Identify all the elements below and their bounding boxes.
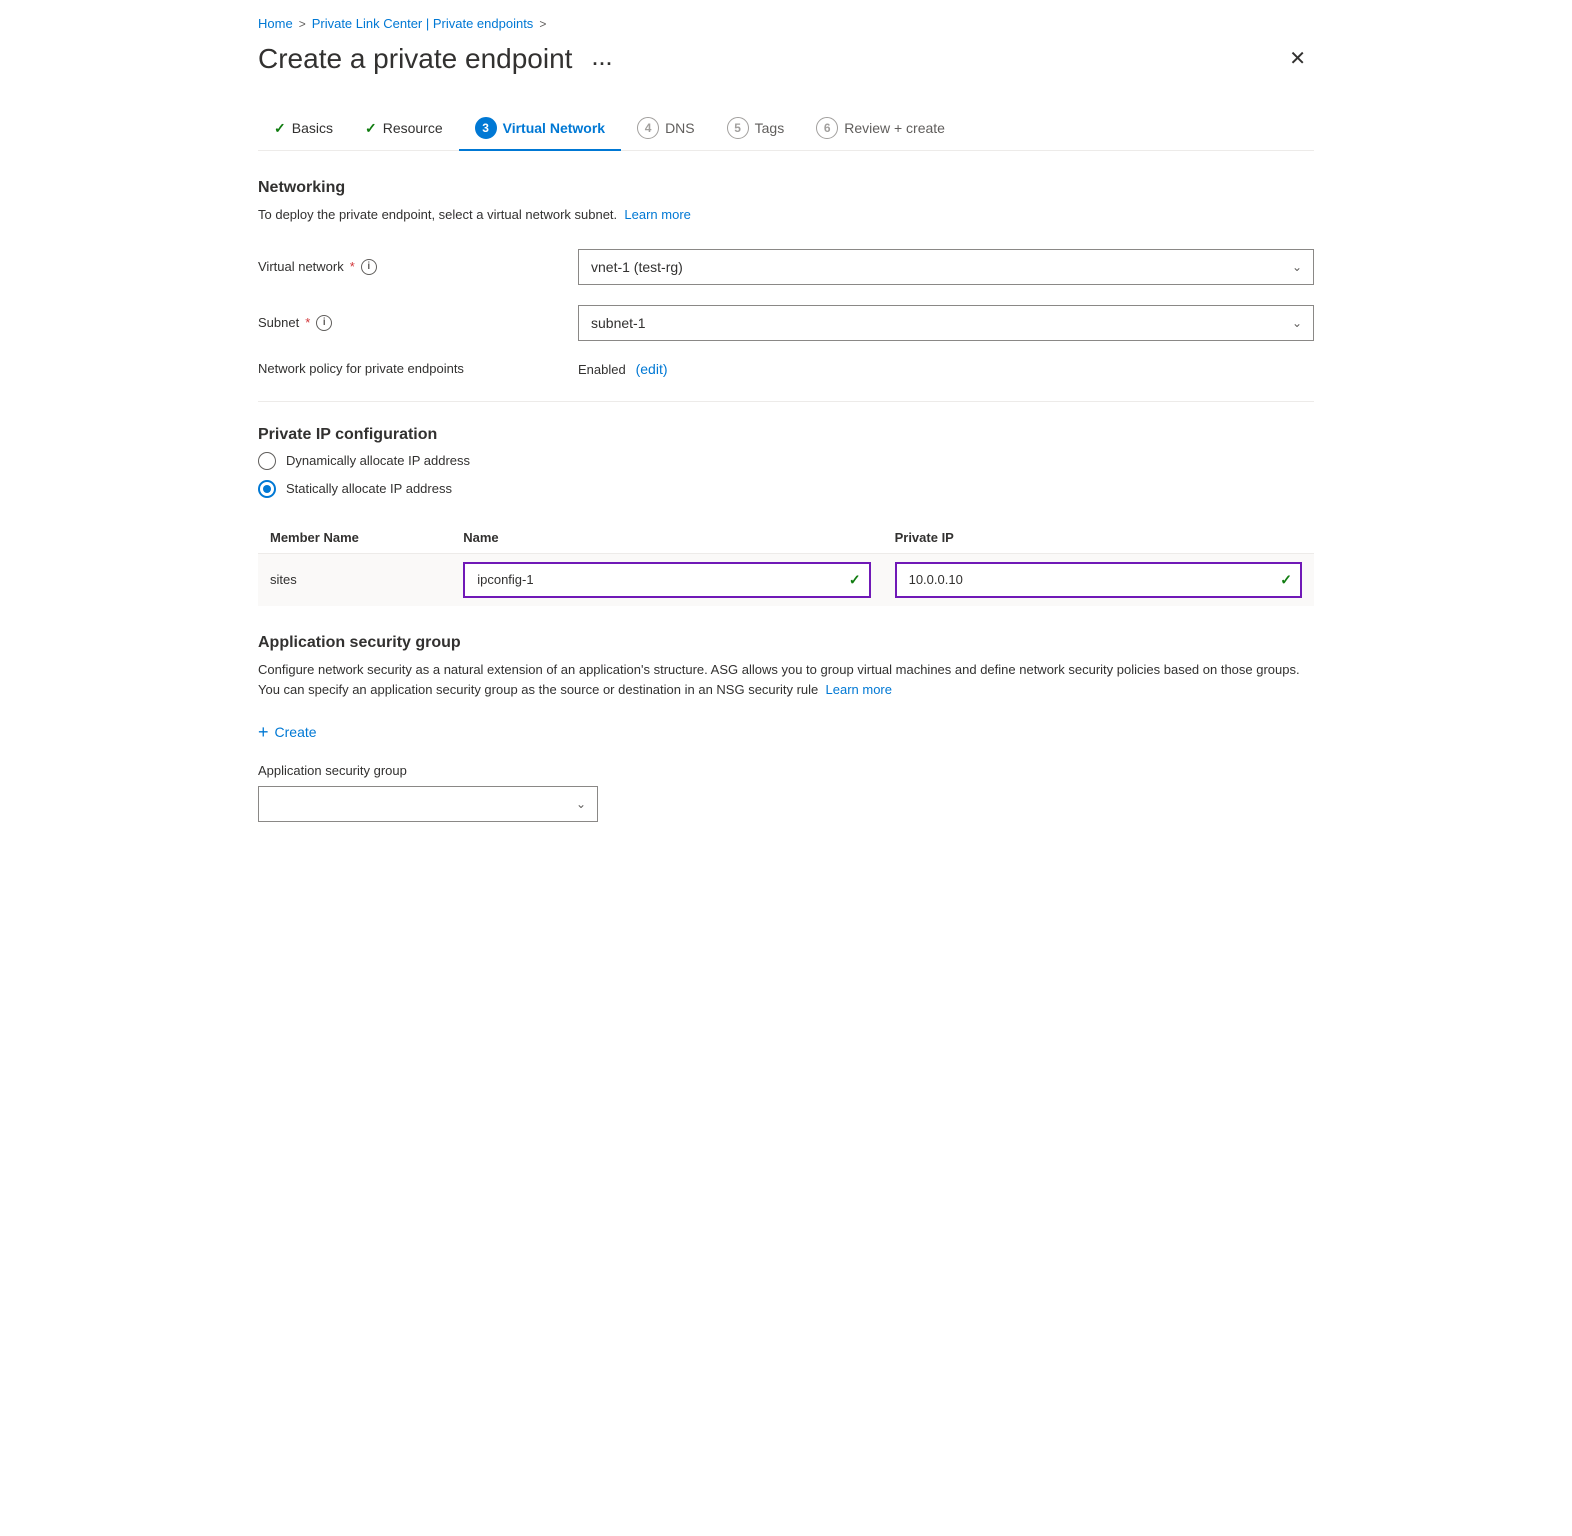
ip-config-table: Member Name Name Private IP sites ✓ <box>258 522 1314 606</box>
asg-group-label: Application security group <box>258 763 1314 778</box>
tab-check-basics: ✓ <box>274 120 286 137</box>
tab-circle-vn: 3 <box>475 117 497 139</box>
static-radio-item[interactable]: Statically allocate IP address <box>258 480 1314 498</box>
virtual-network-label: Virtual network * i <box>258 259 578 275</box>
subnet-required-star: * <box>305 315 310 330</box>
asg-create-button[interactable]: + Create <box>258 717 317 747</box>
asg-dropdown[interactable] <box>258 786 598 822</box>
dynamic-radio-label: Dynamically allocate IP address <box>286 453 470 468</box>
tab-dns[interactable]: 4 DNS <box>621 107 711 151</box>
networking-description: To deploy the private endpoint, select a… <box>258 205 1314 225</box>
cell-member-name: sites <box>258 553 451 606</box>
network-policy-label: Network policy for private endpoints <box>258 361 578 376</box>
subnet-dropdown[interactable]: subnet-1 <box>578 305 1314 341</box>
tabs: ✓ Basics ✓ Resource 3 Virtual Network 4 … <box>258 107 1314 151</box>
divider-1 <box>258 401 1314 402</box>
subnet-control: subnet-1 ⌄ <box>578 305 1314 341</box>
network-policy-status: Enabled <box>578 362 626 377</box>
virtual-network-dropdown[interactable]: vnet-1 (test-rg) <box>578 249 1314 285</box>
networking-desc-text: To deploy the private endpoint, select a… <box>258 207 617 222</box>
virtual-network-dropdown-wrapper: vnet-1 (test-rg) ⌄ <box>578 249 1314 285</box>
close-button[interactable]: ✕ <box>1281 45 1314 73</box>
ip-input-wrapper: ✓ <box>895 562 1302 598</box>
ip-check-icon: ✓ <box>1280 571 1292 588</box>
ip-input[interactable] <box>895 562 1302 598</box>
dynamic-radio-item[interactable]: Dynamically allocate IP address <box>258 452 1314 470</box>
tab-circle-review: 6 <box>816 117 838 139</box>
plus-icon: + <box>258 723 269 741</box>
table-row: sites ✓ ✓ <box>258 553 1314 606</box>
ip-allocation-radio-group: Dynamically allocate IP address Statical… <box>258 452 1314 498</box>
cell-private-ip: ✓ <box>883 553 1314 606</box>
private-ip-section: Private IP configuration Dynamically all… <box>258 426 1314 606</box>
tab-circle-tags: 5 <box>727 117 749 139</box>
asg-section: Application security group Configure net… <box>258 634 1314 823</box>
asg-dropdown-wrapper: ⌄ <box>258 786 598 822</box>
vn-info-icon[interactable]: i <box>361 259 377 275</box>
network-policy-value: Enabled (edit) <box>578 361 1314 377</box>
tab-review-create[interactable]: 6 Review + create <box>800 107 961 151</box>
tab-virtual-network[interactable]: 3 Virtual Network <box>459 107 621 151</box>
asg-title: Application security group <box>258 634 1314 652</box>
networking-learn-more[interactable]: Learn more <box>624 207 690 222</box>
subnet-label: Subnet * i <box>258 315 578 331</box>
networking-title: Networking <box>258 179 1314 197</box>
page-title: Create a private endpoint <box>258 43 572 75</box>
asg-description: Configure network security as a natural … <box>258 660 1314 702</box>
networking-section: Networking To deploy the private endpoin… <box>258 179 1314 377</box>
tab-label-review: Review + create <box>844 120 945 136</box>
page-header: Create a private endpoint ... ✕ <box>258 43 1314 75</box>
subnet-info-icon[interactable]: i <box>316 315 332 331</box>
tab-label-resource: Resource <box>383 120 443 136</box>
subnet-dropdown-wrapper: subnet-1 ⌄ <box>578 305 1314 341</box>
more-button[interactable]: ... <box>584 45 621 74</box>
tab-label-vn: Virtual Network <box>503 120 605 136</box>
col-private-ip: Private IP <box>883 522 1314 554</box>
name-input-wrapper: ✓ <box>463 562 870 598</box>
static-radio-circle[interactable] <box>258 480 276 498</box>
asg-create-label: Create <box>275 724 317 740</box>
private-ip-title: Private IP configuration <box>258 426 1314 444</box>
breadcrumb: Home > Private Link Center | Private end… <box>258 16 1314 31</box>
tab-resource[interactable]: ✓ Resource <box>349 110 459 149</box>
virtual-network-control: vnet-1 (test-rg) ⌄ <box>578 249 1314 285</box>
name-check-icon: ✓ <box>849 571 861 588</box>
virtual-network-row: Virtual network * i vnet-1 (test-rg) ⌄ <box>258 249 1314 285</box>
vn-required-star: * <box>350 259 355 274</box>
col-member-name: Member Name <box>258 522 451 554</box>
tab-circle-dns: 4 <box>637 117 659 139</box>
name-input[interactable] <box>463 562 870 598</box>
tab-label-dns: DNS <box>665 120 695 136</box>
tab-label-tags: Tags <box>755 120 785 136</box>
col-name: Name <box>451 522 882 554</box>
cell-name: ✓ <box>451 553 882 606</box>
tab-basics[interactable]: ✓ Basics <box>258 110 349 149</box>
network-policy-row: Network policy for private endpoints Ena… <box>258 361 1314 377</box>
static-radio-label: Statically allocate IP address <box>286 481 452 496</box>
breadcrumb-home[interactable]: Home <box>258 16 293 31</box>
subnet-row: Subnet * i subnet-1 ⌄ <box>258 305 1314 341</box>
breadcrumb-private-link[interactable]: Private Link Center | Private endpoints <box>312 16 534 31</box>
tab-label-basics: Basics <box>292 120 333 136</box>
dynamic-radio-circle[interactable] <box>258 452 276 470</box>
tab-check-resource: ✓ <box>365 120 377 137</box>
network-policy-edit[interactable]: (edit) <box>636 361 668 377</box>
tab-tags[interactable]: 5 Tags <box>711 107 801 151</box>
asg-learn-more[interactable]: Learn more <box>826 682 892 697</box>
